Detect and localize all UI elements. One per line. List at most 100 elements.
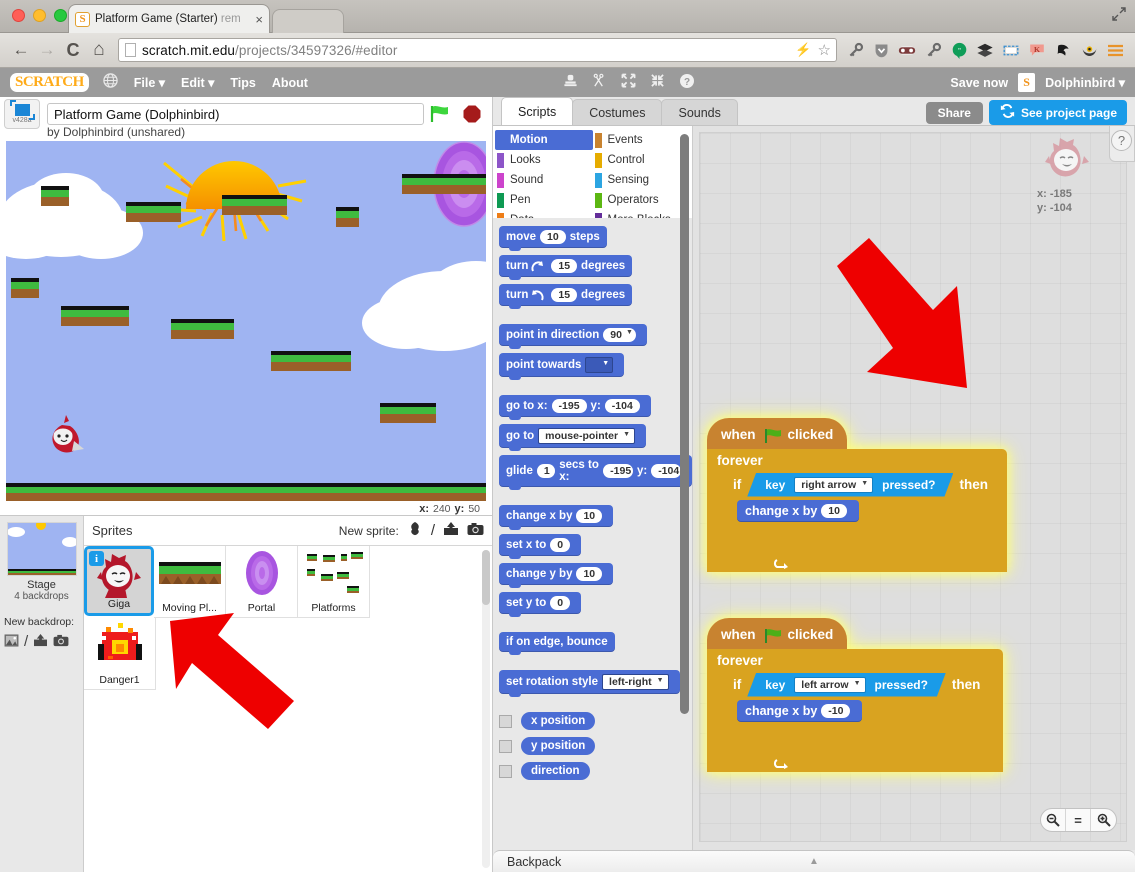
block-turn-right[interactable]: turn 15 degrees bbox=[499, 255, 633, 280]
close-tab-icon[interactable]: × bbox=[255, 12, 263, 27]
block-move-steps[interactable]: move 10 steps bbox=[499, 226, 607, 251]
see-project-page-button[interactable]: See project page bbox=[988, 100, 1127, 125]
hat-when-flag-clicked[interactable]: when clicked bbox=[707, 418, 847, 449]
change-x-value[interactable]: 10 bbox=[821, 504, 847, 518]
tab-sounds[interactable]: Sounds bbox=[661, 99, 738, 125]
help-panel-tab[interactable]: ? bbox=[1109, 126, 1135, 162]
category-events[interactable]: Events bbox=[593, 130, 691, 150]
category-motion[interactable]: Motion bbox=[495, 130, 593, 150]
maximize-window-button[interactable] bbox=[54, 9, 67, 22]
scratch-logo[interactable]: SCRATCH bbox=[10, 73, 89, 92]
sprite-list-scrollbar[interactable] bbox=[482, 550, 490, 868]
upload-icon[interactable] bbox=[33, 633, 48, 650]
stage-canvas[interactable] bbox=[6, 141, 486, 501]
forward-icon[interactable]: → bbox=[34, 37, 60, 63]
help-icon[interactable]: ? bbox=[679, 73, 695, 93]
if-then-block[interactable]: if key right arrow pressed? bbox=[723, 471, 1007, 546]
hat-when-flag-clicked[interactable]: when clicked bbox=[707, 618, 847, 649]
key-pressed-block[interactable]: key left arrow pressed? bbox=[747, 673, 946, 697]
palette-blocks[interactable]: move 10 steps turn 15 degrees turn 15 degree… bbox=[493, 218, 692, 850]
block-set-x-to[interactable]: set x to 0 bbox=[499, 534, 582, 559]
block-go-to-xy[interactable]: go to x: -195 y: -104 bbox=[499, 395, 651, 420]
menu-file[interactable]: File ▾ bbox=[134, 75, 165, 90]
reload-icon[interactable]: C bbox=[60, 37, 86, 63]
lightning-icon[interactable]: ⚡ bbox=[795, 42, 811, 58]
backpack-bar[interactable]: Backpack ▲ bbox=[493, 850, 1135, 872]
browser-tab-inactive[interactable] bbox=[272, 9, 344, 33]
zoom-out-button[interactable] bbox=[1041, 809, 1066, 831]
checkbox-x-position[interactable] bbox=[499, 714, 512, 728]
upload-icon[interactable] bbox=[443, 521, 459, 540]
home-icon[interactable]: ⌂ bbox=[86, 37, 112, 63]
camera-icon[interactable] bbox=[467, 522, 484, 540]
paint-icon[interactable]: / bbox=[24, 633, 28, 650]
script-right-arrow[interactable]: when clicked forever if key right arrow … bbox=[707, 418, 1007, 572]
point-towards-dropdown[interactable] bbox=[585, 357, 614, 373]
paint-icon[interactable]: / bbox=[431, 522, 435, 539]
screen-icon[interactable] bbox=[999, 38, 1023, 62]
block-if-on-edge-bounce[interactable]: if on edge, bounce bbox=[499, 632, 615, 655]
mask-icon[interactable] bbox=[895, 38, 919, 62]
script-left-arrow[interactable]: when clicked forever if key left arrow ▼… bbox=[707, 618, 1003, 772]
ninja-icon[interactable] bbox=[1051, 38, 1075, 62]
minimize-window-button[interactable] bbox=[33, 9, 46, 22]
block-point-towards[interactable]: point towards bbox=[499, 353, 625, 380]
sprite-item-moving-platform[interactable]: Moving Pl... bbox=[154, 546, 226, 618]
menu-edit[interactable]: Edit ▾ bbox=[181, 75, 214, 90]
block-glide-secs-to-xy[interactable]: glide 1 secs to x: -195 y: -104 bbox=[499, 455, 692, 490]
scissors-icon[interactable] bbox=[592, 73, 607, 92]
k-icon[interactable]: K bbox=[1025, 38, 1049, 62]
back-icon[interactable]: ← bbox=[8, 37, 34, 63]
category-control[interactable]: Control bbox=[593, 150, 691, 170]
block-set-rotation-style[interactable]: set rotation style left-right bbox=[499, 670, 680, 697]
bookmark-star-icon[interactable]: ☆ bbox=[818, 41, 831, 59]
category-operators[interactable]: Operators bbox=[593, 190, 691, 210]
sprite-item-giga[interactable]: i Giga bbox=[84, 546, 154, 616]
user-avatar[interactable]: S bbox=[1018, 73, 1036, 92]
forever-block[interactable]: forever if key right arrow ▼ pressed? th… bbox=[707, 449, 1007, 572]
block-change-y-by[interactable]: change y by 10 bbox=[499, 563, 614, 588]
sprite-item-portal[interactable]: Portal bbox=[226, 546, 298, 618]
project-name-input[interactable]: Platform Game (Dolphinbird) bbox=[47, 103, 424, 125]
library-icon[interactable] bbox=[407, 521, 423, 540]
shrink-icon[interactable] bbox=[650, 73, 665, 92]
menu-about[interactable]: About bbox=[272, 76, 308, 90]
address-bar[interactable]: scratch.mit.edu/projects/34597326/#edito… bbox=[118, 38, 837, 62]
checkbox-direction[interactable] bbox=[499, 764, 512, 778]
key-dropdown[interactable]: right arrow bbox=[794, 477, 873, 493]
block-set-y-to[interactable]: set y to 0 bbox=[499, 592, 582, 617]
tab-costumes[interactable]: Costumes bbox=[572, 99, 663, 125]
menu-icon[interactable] bbox=[1103, 38, 1127, 62]
help-question-icon[interactable]: ? bbox=[1111, 130, 1132, 151]
block-change-x-by-minus10[interactable]: change x by -10 bbox=[737, 700, 863, 722]
layers-icon[interactable] bbox=[973, 38, 997, 62]
menu-tips[interactable]: Tips bbox=[230, 76, 255, 90]
sprite-item-danger1[interactable]: Danger1 bbox=[84, 618, 156, 690]
block-go-to-target[interactable]: go to mouse-pointer bbox=[499, 424, 647, 451]
hangouts-icon[interactable]: " bbox=[947, 38, 971, 62]
block-change-x-by[interactable]: change x by 10 bbox=[499, 505, 614, 530]
key-icon[interactable] bbox=[843, 38, 867, 62]
checkbox-y-position[interactable] bbox=[499, 739, 512, 753]
camera-icon[interactable] bbox=[53, 634, 69, 650]
browser-tab-active[interactable]: S Platform Game (Starter) rem × bbox=[68, 4, 270, 33]
category-pen[interactable]: Pen bbox=[495, 190, 593, 210]
zoom-reset-button[interactable]: = bbox=[1066, 809, 1091, 831]
change-x-value[interactable]: -10 bbox=[821, 704, 851, 718]
block-x-position[interactable]: x position bbox=[521, 712, 596, 730]
category-sensing[interactable]: Sensing bbox=[593, 170, 691, 190]
stop-button[interactable] bbox=[456, 104, 488, 124]
key-pressed-hex[interactable]: key right arrow pressed? bbox=[747, 473, 953, 497]
block-point-in-direction[interactable]: point in direction 90 bbox=[499, 324, 647, 349]
sprite-item-platforms[interactable]: Platforms bbox=[298, 546, 370, 618]
key2-icon[interactable] bbox=[921, 38, 945, 62]
stage-thumbnail[interactable] bbox=[6, 522, 77, 576]
backpack-expand-icon[interactable]: ▲ bbox=[809, 856, 819, 867]
save-now-button[interactable]: Save now bbox=[950, 76, 1008, 90]
globe-icon[interactable] bbox=[103, 73, 118, 92]
username-menu[interactable]: Dolphinbird ▾ bbox=[1045, 75, 1125, 90]
if-then-block[interactable]: if key left arrow pressed? bbox=[723, 671, 1003, 746]
close-window-button[interactable] bbox=[12, 9, 25, 22]
key-dropdown[interactable]: left arrow bbox=[794, 677, 865, 693]
block-y-position[interactable]: y position bbox=[521, 737, 596, 755]
